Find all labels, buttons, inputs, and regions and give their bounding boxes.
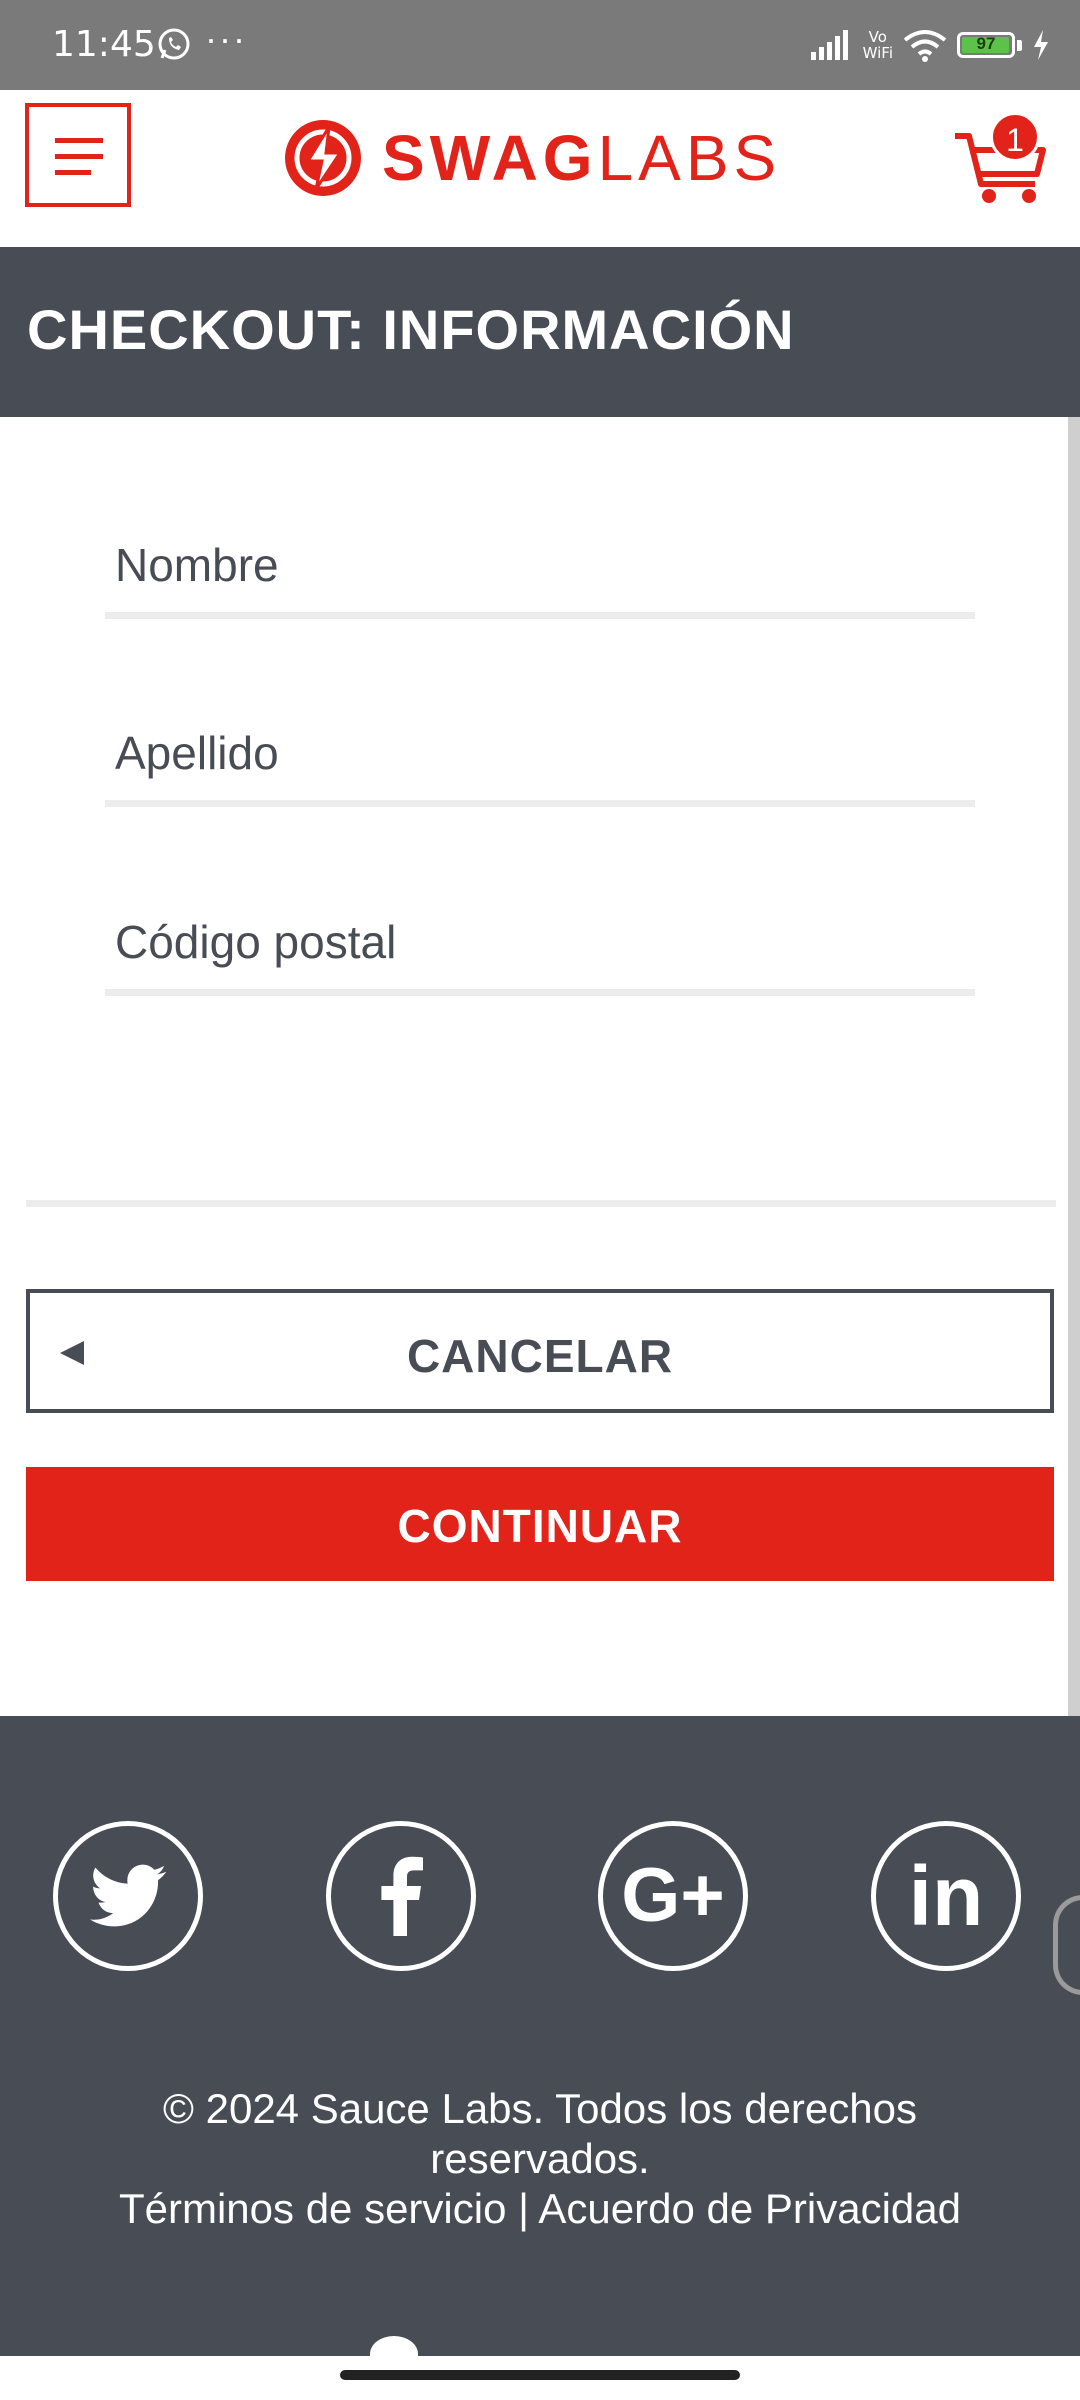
- logo-text: SWAGLABS: [382, 126, 781, 190]
- google-plus-icon: G+: [621, 1853, 725, 1938]
- continue-label: CONTINUAR: [397, 1500, 683, 1552]
- twitter-icon: [90, 1864, 166, 1927]
- google-plus-button[interactable]: G+: [598, 1821, 748, 1971]
- footer-links: Términos de servicio | Acuerdo de Privac…: [0, 2184, 1080, 2234]
- battery-icon: 97: [957, 32, 1015, 58]
- wifi-icon: [903, 30, 947, 62]
- lightning-logo-icon: [285, 120, 361, 196]
- first-name-field: [105, 517, 985, 619]
- vowifi-line2: WiFi: [862, 44, 893, 62]
- status-icons: Vo WiFi 97: [810, 22, 1050, 68]
- page-title: CHECKOUT: INFORMACIÓN: [27, 298, 795, 361]
- terms-link[interactable]: Términos de servicio: [119, 2185, 506, 2232]
- linkedin-icon: in: [908, 1849, 984, 1943]
- edge-swipe-handle[interactable]: [1053, 1895, 1080, 1995]
- postal-code-input[interactable]: [105, 894, 985, 989]
- continue-button[interactable]: CONTINUAR: [26, 1467, 1054, 1581]
- copyright-text: © 2024 Sauce Labs. Todos los derechos re…: [0, 2084, 1080, 2234]
- last-name-input[interactable]: [105, 705, 985, 800]
- form-divider: [26, 1200, 1056, 1207]
- status-time: 11:45: [52, 24, 156, 65]
- twitter-button[interactable]: [53, 1821, 203, 1971]
- privacy-link[interactable]: Acuerdo de Privacidad: [538, 2185, 961, 2232]
- facebook-button[interactable]: [326, 1821, 476, 1971]
- menu-line-2: [55, 154, 103, 159]
- app-header: SWAGLABS 1: [0, 90, 1080, 247]
- vowifi-line1: Vo: [868, 28, 887, 46]
- vowifi-indicator: Vo WiFi: [863, 29, 893, 61]
- battery-tip: [1017, 39, 1022, 51]
- signal-icon: [810, 30, 848, 60]
- cart-button[interactable]: 1: [953, 112, 1053, 206]
- linkedin-button[interactable]: in: [871, 1821, 1021, 1971]
- home-indicator[interactable]: [340, 2370, 740, 2380]
- footer-separator: |: [518, 2185, 530, 2232]
- logo-text-light: LABS: [597, 122, 782, 194]
- footer: G+ in © 2024 Sauce Labs. Todos los derec…: [0, 1716, 1080, 2356]
- more-notifications-icon: ···: [205, 18, 247, 59]
- battery-percent: 97: [976, 34, 996, 53]
- cart-badge: 1: [990, 112, 1040, 162]
- menu-line-3: [55, 170, 91, 175]
- cancel-label: CANCELAR: [406, 1330, 674, 1382]
- swag-labs-logo: SWAGLABS: [282, 116, 781, 200]
- first-name-input[interactable]: [105, 517, 985, 612]
- page-title-bar: CHECKOUT: INFORMACIÓN: [0, 247, 1080, 417]
- scroll-knob: [370, 2336, 418, 2372]
- menu-button[interactable]: [25, 103, 131, 207]
- logo-text-bold: SWAG: [382, 122, 598, 194]
- facebook-icon: [381, 1856, 423, 1936]
- menu-line-1: [55, 138, 103, 143]
- copyright-line1: © 2024 Sauce Labs. Todos los derechos: [162, 2085, 917, 2132]
- charging-icon: [1034, 30, 1048, 60]
- whatsapp-icon: [158, 28, 190, 60]
- copyright-line2: reservados.: [430, 2135, 650, 2182]
- system-nav-bar: [0, 2336, 1080, 2400]
- status-bar: 11:45 ··· Vo WiFi 97: [0, 0, 1080, 90]
- postal-code-field: [105, 894, 985, 996]
- cancel-button[interactable]: CANCELAR: [26, 1289, 1054, 1413]
- page-scrollbar[interactable]: [1068, 417, 1080, 1847]
- last-name-field: [105, 705, 985, 807]
